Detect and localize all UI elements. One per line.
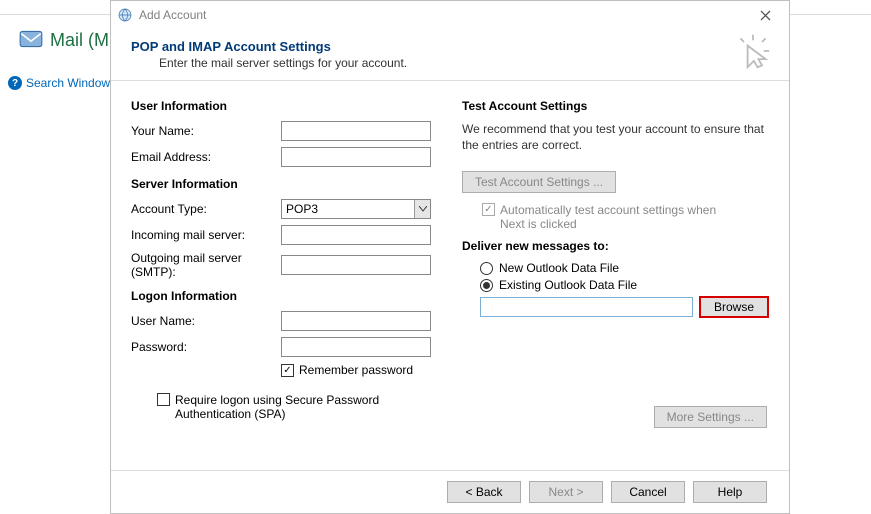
globe-icon (117, 7, 133, 23)
dialog-title-text: Add Account (139, 8, 206, 22)
close-button[interactable] (747, 1, 783, 29)
username-label: User Name: (131, 314, 281, 328)
test-settings-text: We recommend that you test your account … (462, 121, 769, 153)
existing-datafile-label: Existing Outlook Data File (499, 278, 637, 292)
remember-password-row[interactable]: ✓ Remember password (281, 363, 438, 377)
test-settings-button[interactable]: Test Account Settings ... (462, 171, 616, 193)
more-settings-button[interactable]: More Settings ... (654, 406, 767, 428)
new-datafile-label: New Outlook Data File (499, 261, 619, 275)
radio-icon (480, 279, 493, 292)
checkbox-icon: ✓ (157, 393, 170, 406)
new-datafile-radio[interactable]: New Outlook Data File (480, 261, 769, 275)
deliver-heading: Deliver new messages to: (462, 239, 769, 253)
close-icon (760, 10, 771, 21)
browse-button[interactable]: Browse (699, 296, 769, 318)
account-type-label: Account Type: (131, 202, 281, 216)
auto-test-label: Automatically test account settings when… (500, 203, 730, 231)
help-button[interactable]: Help (693, 481, 767, 503)
email-input[interactable] (281, 147, 431, 167)
password-label: Password: (131, 340, 281, 354)
back-button[interactable]: < Back (447, 481, 521, 503)
remember-password-label: Remember password (299, 363, 413, 377)
datafile-path-input[interactable] (480, 297, 693, 317)
checkbox-icon: ✓ (482, 203, 495, 216)
chevron-down-icon[interactable] (414, 200, 430, 218)
cursor-icon (735, 33, 771, 69)
spa-row[interactable]: ✓ Require logon using Secure Password Au… (157, 393, 438, 421)
account-type-value[interactable] (281, 199, 431, 219)
incoming-input[interactable] (281, 225, 431, 245)
page-heading: POP and IMAP Account Settings (131, 39, 769, 54)
your-name-label: Your Name: (131, 124, 281, 138)
server-info-heading: Server Information (131, 177, 438, 191)
cancel-button[interactable]: Cancel (611, 481, 685, 503)
user-info-heading: User Information (131, 99, 438, 113)
auto-test-row[interactable]: ✓ Automatically test account settings wh… (482, 203, 769, 231)
dialog-titlebar: Add Account (111, 1, 789, 29)
help-icon: ? (8, 76, 22, 90)
username-input[interactable] (281, 311, 431, 331)
password-input[interactable] (281, 337, 431, 357)
next-button[interactable]: Next > (529, 481, 603, 503)
radio-icon (480, 262, 493, 275)
add-account-dialog: Add Account POP and IMAP Account Setting… (110, 0, 790, 514)
outgoing-input[interactable] (281, 255, 431, 275)
search-windows-label: Search Window (26, 76, 110, 90)
spa-label: Require logon using Secure Password Auth… (175, 393, 435, 421)
existing-datafile-radio[interactable]: Existing Outlook Data File (480, 278, 769, 292)
account-type-combo[interactable] (281, 199, 431, 219)
search-windows-link[interactable]: ? Search Window (8, 76, 110, 90)
bg-app-title: Mail (M (50, 30, 109, 51)
page-subheading: Enter the mail server settings for your … (159, 56, 769, 70)
test-settings-heading: Test Account Settings (462, 99, 769, 113)
checkbox-icon: ✓ (281, 364, 294, 377)
your-name-input[interactable] (281, 121, 431, 141)
email-label: Email Address: (131, 150, 281, 164)
mail-icon (18, 26, 44, 52)
outgoing-label: Outgoing mail server (SMTP): (131, 251, 281, 279)
logon-info-heading: Logon Information (131, 289, 438, 303)
incoming-label: Incoming mail server: (131, 228, 281, 242)
